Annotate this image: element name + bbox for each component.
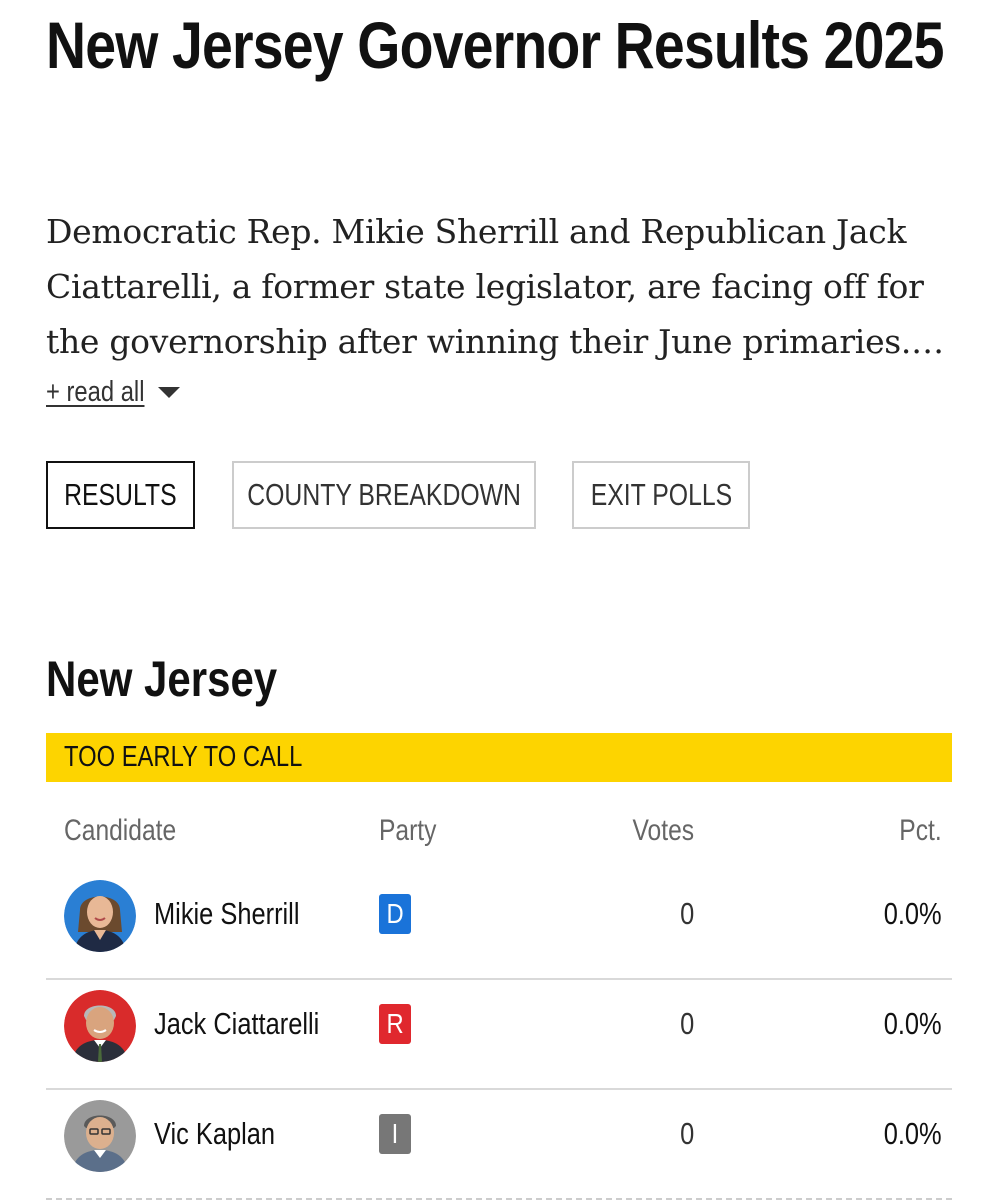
tab-exit-polls[interactable]: EXIT POLLS bbox=[572, 461, 750, 529]
race-call-status: TOO EARLY TO CALL bbox=[64, 741, 303, 773]
candidate-votes: 0 bbox=[679, 896, 694, 931]
party-letter: R bbox=[386, 1008, 404, 1039]
party-letter: I bbox=[391, 1118, 399, 1149]
header-votes: Votes bbox=[632, 814, 694, 847]
candidate-row: Mikie Sherrill D 0 0.0% bbox=[46, 870, 952, 980]
candidate-pct: 0.0% bbox=[884, 896, 942, 931]
state-heading: New Jersey bbox=[46, 651, 278, 707]
candidate-row: Vic Kaplan I 0 0.0% bbox=[46, 1090, 952, 1200]
candidate-row: Jack Ciattarelli R 0 0.0% bbox=[46, 980, 952, 1090]
party-badge: D bbox=[379, 894, 411, 934]
tab-results-label: RESULTS bbox=[64, 477, 177, 512]
candidate-avatar bbox=[64, 880, 136, 952]
candidate-votes: 0 bbox=[679, 1116, 694, 1151]
read-all-toggle[interactable]: + read all bbox=[46, 376, 181, 409]
header-candidate: Candidate bbox=[64, 814, 177, 847]
header-pct: Pct. bbox=[899, 814, 942, 847]
candidate-avatar bbox=[64, 1100, 136, 1172]
candidate-pct: 0.0% bbox=[884, 1116, 942, 1151]
candidate-name: Mikie Sherrill bbox=[154, 896, 300, 931]
candidate-name: Vic Kaplan bbox=[154, 1116, 276, 1151]
party-badge: I bbox=[379, 1114, 411, 1154]
candidate-pct: 0.0% bbox=[884, 1006, 942, 1041]
tab-results[interactable]: RESULTS bbox=[46, 461, 195, 529]
header-party: Party bbox=[379, 814, 437, 847]
results-page: New Jersey Governor Results 2025 Democra… bbox=[0, 0, 997, 1200]
caret-down-icon bbox=[158, 387, 181, 398]
candidate-votes: 0 bbox=[679, 1006, 694, 1041]
race-call-banner: TOO EARLY TO CALL bbox=[46, 733, 952, 782]
tab-county-breakdown-label: COUNTY BREAKDOWN bbox=[247, 477, 521, 512]
read-all-label: + read all bbox=[46, 376, 145, 408]
party-letter: D bbox=[386, 898, 404, 929]
results-table: Candidate Party Votes Pct. Mikie Sherril… bbox=[46, 800, 952, 1200]
tab-county-breakdown[interactable]: COUNTY BREAKDOWN bbox=[232, 461, 536, 529]
page-title: New Jersey Governor Results 2025 bbox=[46, 8, 944, 82]
candidate-avatar bbox=[64, 990, 136, 1062]
party-badge: R bbox=[379, 1004, 411, 1044]
race-summary: Democratic Rep. Mikie Sherrill and Repub… bbox=[46, 212, 944, 361]
candidate-name: Jack Ciattarelli bbox=[154, 1006, 320, 1041]
table-header: Candidate Party Votes Pct. bbox=[46, 800, 952, 870]
tab-exit-polls-label: EXIT POLLS bbox=[590, 477, 732, 512]
